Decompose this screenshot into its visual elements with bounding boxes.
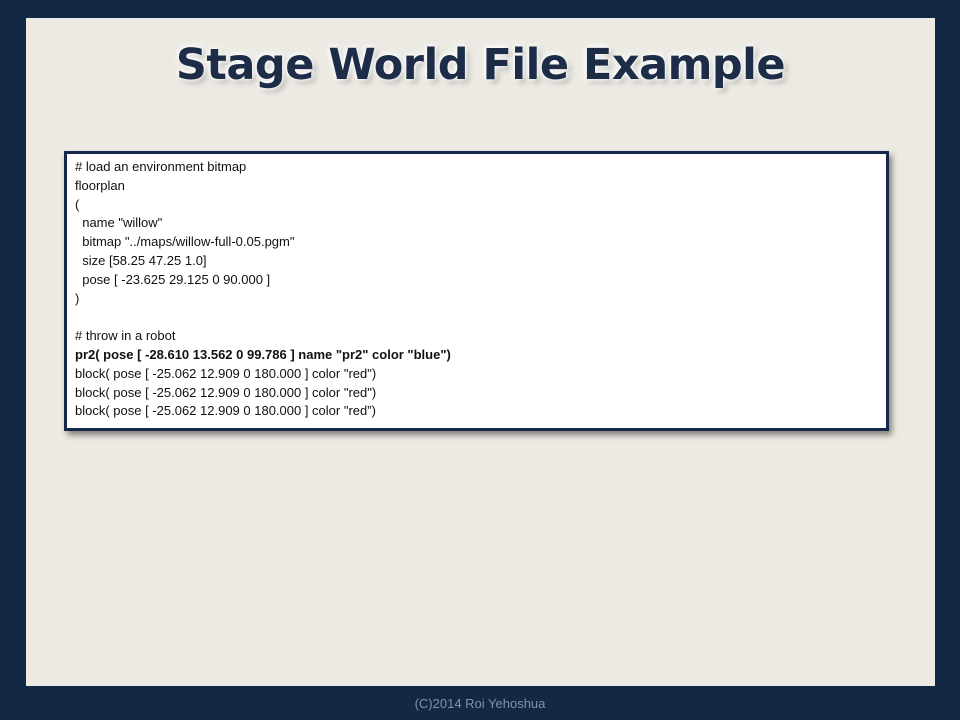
code-line-size: size [58.25 47.25 1.0] — [75, 252, 207, 268]
code-line-pose: pose [ -23.625 29.125 0 90.000 ] — [75, 271, 271, 287]
code-line-block-3: block( pose [ -25.062 12.909 0 180.000 ]… — [75, 403, 376, 419]
code-line-block-1: block( pose [ -25.062 12.909 0 180.000 ]… — [75, 365, 377, 381]
code-line-bitmap: bitmap "../maps/willow-full-0.05.pgm" — [75, 234, 295, 250]
code-line-comment-robot: # throw in a robot — [75, 328, 176, 344]
code-line-close-paren: ) — [75, 290, 80, 306]
code-line-comment-load: # load an environment bitmap — [75, 159, 247, 174]
code-line-open-paren: ( — [75, 196, 80, 212]
code-line-floorplan: floorplan — [75, 177, 125, 193]
code-line-pr2: pr2( pose [ -28.610 13.562 0 99.786 ] na… — [75, 346, 451, 362]
code-line-name: name "willow" — [75, 215, 163, 231]
code-box: # load an environment bitmap floorplan (… — [64, 151, 889, 431]
footer-copyright: (C)2014 Roi Yehoshua — [414, 696, 546, 711]
code-line-block-2: block( pose [ -25.062 12.909 0 180.000 ]… — [75, 384, 377, 400]
slide-title: Stage World File Example — [175, 40, 786, 90]
slide: Stage World File Example # load an envir… — [26, 18, 935, 686]
